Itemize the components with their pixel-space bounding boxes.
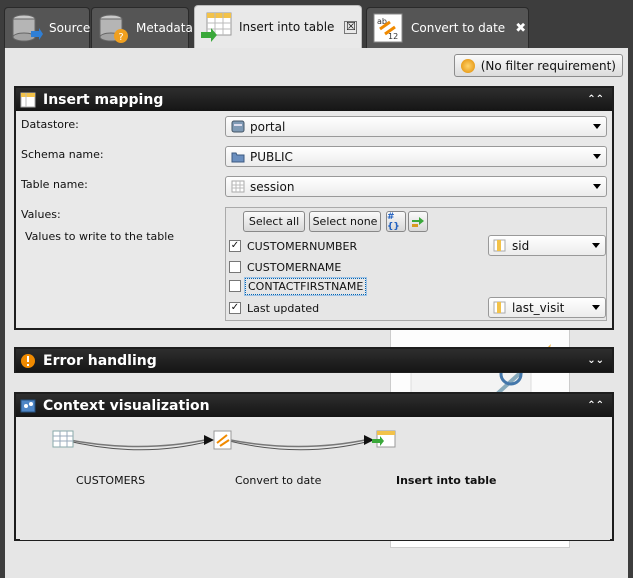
chevron-down-icon [593,154,601,159]
values-hint: Values to write to the table [25,230,175,243]
select-none-button[interactable]: Select none [309,211,381,232]
svg-text:12: 12 [388,32,398,41]
chevron-down-icon [593,184,601,189]
schema-select[interactable]: PUBLIC [225,146,607,167]
node-customers-label: CUSTOMERS [76,474,146,487]
value-row: CONTACTFIRSTNAME [229,276,368,296]
datastore-icon [231,120,245,133]
column-mapping-select[interactable]: last_visit [488,297,606,318]
database-import-icon [12,14,43,42]
datastore-select[interactable]: portal [225,116,607,137]
convert-date-icon: ab 12 [373,13,403,43]
column-icon [493,301,506,314]
tab-bar: Source ? Metadata Insert into table ☒ ab… [0,0,633,48]
collapse-icon[interactable]: ⌃⌃ [587,400,604,411]
close-icon[interactable]: ✖ [515,21,526,36]
main-panel: (No filter requirement) Insert mapping ⌃… [0,48,633,578]
tab-convert-to-date-label: Convert to date [411,21,506,35]
database-help-icon: ? [99,14,128,43]
folder-icon [231,152,245,163]
chevron-down-icon [592,243,600,248]
node-insert-into-table-label: Insert into table [396,474,497,487]
table-insert-icon [201,12,232,42]
gear-icon [460,58,475,73]
auto-map-icon[interactable] [408,211,428,232]
svg-text:?: ? [118,32,123,43]
error-handling-title: Error handling [43,352,157,369]
schema-label: Schema name: [21,148,104,161]
visualization-icon [20,399,36,412]
value-row: ✓ CUSTOMERNUMBER [229,238,359,254]
mapped-column: sid [512,238,530,253]
chevron-down-icon [593,124,601,129]
tab-source-label: Source [49,21,91,35]
datastore-label: Datastore: [21,118,79,131]
tab-insert-into-table[interactable]: Insert into table ☒ [194,5,362,48]
context-graph: CUSTOMERS Convert to date Insert into ta… [20,419,610,540]
tab-source[interactable]: Source [4,7,90,48]
values-label: Values: [21,208,61,221]
table-name-select[interactable]: session [225,176,607,197]
collapse-icon[interactable]: ⌃⌃ [587,94,604,105]
table-icon [231,180,245,193]
checkbox[interactable]: ✓ [229,240,241,252]
tab-metadata[interactable]: ? Metadata [91,7,193,48]
table-name-value: session [250,179,295,194]
filter-requirement-label: (No filter requirement) [480,58,616,73]
checkbox[interactable] [229,261,241,273]
table-insert-icon [372,430,396,448]
chevron-down-icon [592,305,600,310]
column-icon [493,239,506,252]
error-handling-panel: Error handling ⌄⌄ [14,347,614,373]
value-row: CUSTOMERNAME [229,259,343,275]
value-row: ✓ Last updated [229,300,321,316]
column-mapping-select[interactable]: sid [488,235,606,256]
context-visualization-title: Context visualization [43,397,210,414]
column-name: CUSTOMERNUMBER [247,239,358,253]
error-handling-header[interactable]: Error handling ⌄⌄ [16,349,612,372]
schema-value: PUBLIC [250,149,293,164]
column-name: CONTACTFIRSTNAME [243,276,368,296]
column-name: CUSTOMERNAME [247,260,342,274]
insert-mapping-panel: Insert mapping ⌃⌃ Datastore: portal Sche… [14,86,614,330]
insert-mapping-title: Insert mapping [43,91,164,108]
insert-mapping-header[interactable]: Insert mapping ⌃⌃ [16,88,612,111]
mapped-column: last_visit [512,300,565,315]
convert-date-icon [213,430,232,450]
tab-convert-to-date[interactable]: ab 12 Convert to date ✖ [366,7,529,48]
close-icon[interactable]: ☒ [344,20,358,34]
expression-icon[interactable]: #{} [386,211,406,232]
table-name-label: Table name: [21,178,88,191]
tab-metadata-label: Metadata [136,21,193,35]
datastore-value: portal [250,119,286,134]
tab-insert-into-table-label: Insert into table [239,20,335,34]
source-table-icon [52,430,74,448]
context-visualization-panel: Context visualization ⌃⌃ CUSTOMERS Conve… [14,392,614,541]
column-name: Last updated [247,301,320,315]
checkbox[interactable] [229,280,241,292]
expand-icon[interactable]: ⌄⌄ [587,355,604,366]
node-convert-to-date-label: Convert to date [235,474,322,487]
filter-requirement-button[interactable]: (No filter requirement) [453,54,623,77]
warning-icon [21,353,35,368]
checkbox[interactable]: ✓ [229,302,241,314]
context-visualization-header[interactable]: Context visualization ⌃⌃ [16,394,612,417]
select-all-button[interactable]: Select all [243,211,305,232]
table-icon [20,92,36,107]
values-box: Select all Select none #{} ✓ CUSTOMERNUM… [225,207,607,321]
